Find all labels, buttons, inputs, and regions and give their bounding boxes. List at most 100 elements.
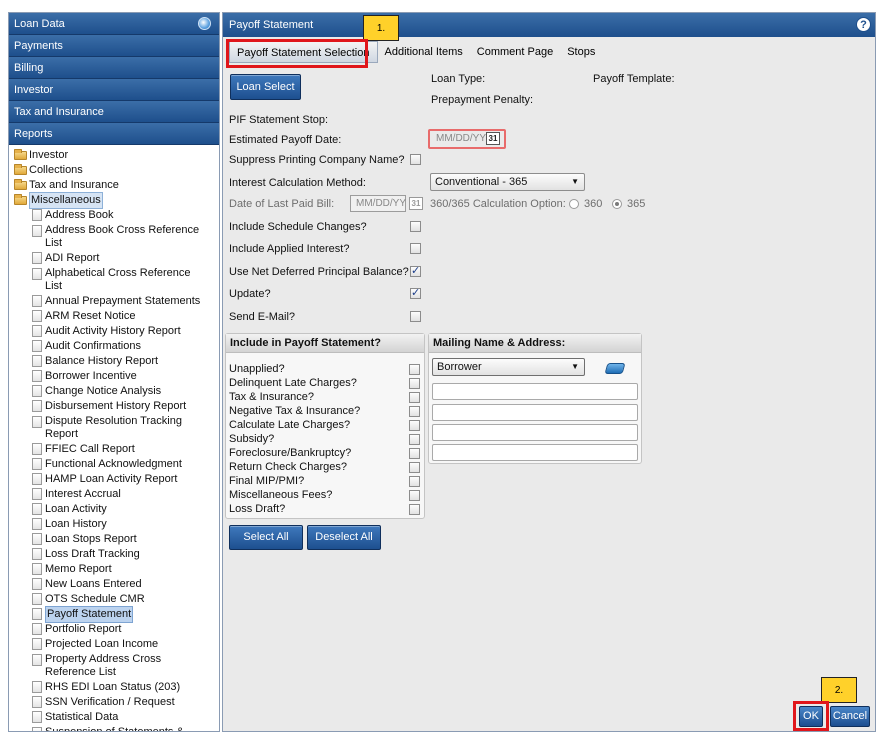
address-book-icon[interactable]: [604, 363, 626, 374]
address-line-1-input[interactable]: [432, 383, 638, 400]
update-checkbox[interactable]: [410, 286, 421, 299]
include-item-checkbox[interactable]: [409, 378, 420, 389]
include-item-checkbox[interactable]: [409, 392, 420, 403]
tree-folder-miscellaneous[interactable]: Miscellaneous: [14, 192, 219, 209]
document-icon: [32, 370, 42, 382]
nav-bar-loan-data[interactable]: Loan Data: [9, 13, 219, 35]
nav-bar-payments[interactable]: Payments: [9, 35, 219, 57]
report-item[interactable]: Audit Confirmations: [14, 339, 219, 354]
document-icon: [32, 225, 42, 237]
report-item[interactable]: Dispute Resolution Tracking Report: [14, 414, 219, 442]
radio-365-label: 365: [627, 198, 646, 210]
report-item[interactable]: Statistical Data: [14, 710, 219, 725]
report-item[interactable]: Borrower Incentive: [14, 369, 219, 384]
report-item[interactable]: FFIEC Call Report: [14, 442, 219, 457]
search-icon[interactable]: [198, 17, 211, 30]
include-item-checkbox[interactable]: [409, 364, 420, 375]
report-item[interactable]: Loan Stops Report: [14, 532, 219, 547]
report-item-label: Alphabetical Cross Reference List: [45, 267, 191, 292]
document-icon: [32, 400, 42, 412]
estimated-payoff-date-input[interactable]: MM/DD/YY: [431, 131, 486, 148]
include-item-checkbox[interactable]: [409, 504, 420, 515]
calendar-icon[interactable]: 31: [486, 132, 500, 145]
include-item-checkbox[interactable]: [409, 448, 420, 459]
deselect-all-button[interactable]: Deselect All: [307, 525, 381, 550]
document-icon: [32, 416, 42, 428]
nav-bar-tax-insurance[interactable]: Tax and Insurance: [9, 101, 219, 123]
include-item-checkbox[interactable]: [409, 420, 420, 431]
include-item-checkbox[interactable]: [409, 462, 420, 473]
report-item[interactable]: RHS EDI Loan Status (203): [14, 680, 219, 695]
include-item-checkbox[interactable]: [409, 476, 420, 487]
tree-folder-tax-insurance[interactable]: Tax and Insurance: [14, 178, 219, 193]
report-item[interactable]: Projected Loan Income: [14, 637, 219, 652]
cancel-button[interactable]: Cancel: [830, 706, 870, 727]
document-icon: [32, 310, 42, 322]
panel-header: Payoff Statement ?: [223, 13, 875, 37]
report-item[interactable]: Functional Acknowledgment: [14, 457, 219, 472]
use-net-deferred-checkbox[interactable]: [410, 264, 421, 277]
suppress-company-name-checkbox[interactable]: [410, 154, 421, 165]
include-schedule-changes-checkbox[interactable]: [410, 221, 421, 232]
report-item[interactable]: Address Book Cross Reference List: [14, 223, 219, 251]
report-item[interactable]: Alphabetical Cross Reference List: [14, 266, 219, 294]
include-item-label: Delinquent Late Charges?: [229, 377, 357, 389]
tree-folder-collections[interactable]: Collections: [14, 163, 219, 178]
report-item[interactable]: Loss Draft Tracking: [14, 547, 219, 562]
address-line-2-input[interactable]: [432, 404, 638, 421]
report-item[interactable]: Portfolio Report: [14, 622, 219, 637]
radio-360[interactable]: [569, 199, 579, 209]
include-item-row: Loss Draft?: [226, 503, 424, 517]
nav-bar-billing[interactable]: Billing: [9, 57, 219, 79]
report-item[interactable]: ARM Reset Notice: [14, 309, 219, 324]
report-item[interactable]: New Loans Entered: [14, 577, 219, 592]
report-item[interactable]: Disbursement History Report: [14, 399, 219, 414]
report-item[interactable]: Balance History Report: [14, 354, 219, 369]
report-item[interactable]: Suspension of Statements & Notice of Cha…: [14, 725, 219, 731]
report-item[interactable]: Address Book: [14, 208, 219, 223]
include-item-row: Final MIP/PMI?: [226, 475, 424, 489]
report-item[interactable]: Annual Prepayment Statements: [14, 294, 219, 309]
report-item[interactable]: Audit Activity History Report: [14, 324, 219, 339]
tab-comment-page[interactable]: Comment Page: [470, 41, 560, 63]
include-item-checkbox[interactable]: [409, 434, 420, 445]
report-item[interactable]: Property Address Cross Reference List: [14, 652, 219, 680]
report-item[interactable]: Change Notice Analysis: [14, 384, 219, 399]
report-item[interactable]: ADI Report: [14, 251, 219, 266]
report-item[interactable]: HAMP Loan Activity Report: [14, 472, 219, 487]
mailing-name-select[interactable]: Borrower ▼: [432, 358, 585, 376]
update-label: Update?: [229, 288, 271, 300]
nav-bar-reports[interactable]: Reports: [9, 123, 219, 145]
report-item[interactable]: Interest Accrual: [14, 487, 219, 502]
tree-folder-investor[interactable]: Investor: [14, 148, 219, 163]
select-all-button[interactable]: Select All: [229, 525, 303, 550]
report-item-label: Annual Prepayment Statements: [45, 295, 201, 307]
report-item[interactable]: Loan History: [14, 517, 219, 532]
help-icon[interactable]: ?: [856, 17, 871, 32]
include-item-label: Subsidy?: [229, 433, 275, 445]
address-line-4-input[interactable]: [432, 444, 638, 461]
tab-additional-items[interactable]: Additional Items: [378, 41, 470, 63]
include-item-checkbox[interactable]: [409, 490, 420, 501]
nav-bar-investor[interactable]: Investor: [9, 79, 219, 101]
report-item[interactable]: OTS Schedule CMR: [14, 592, 219, 607]
report-item[interactable]: Loan Activity: [14, 502, 219, 517]
send-email-checkbox[interactable]: [410, 311, 421, 322]
report-item[interactable]: Payoff Statement: [14, 606, 219, 623]
include-item-label: Calculate Late Charges?: [229, 419, 351, 431]
report-item[interactable]: SSN Verification / Request: [14, 695, 219, 710]
include-applied-interest-checkbox[interactable]: [410, 243, 421, 254]
loan-select-button[interactable]: Loan Select: [230, 74, 301, 100]
folder-open-icon: [14, 194, 27, 205]
include-item-label: Unapplied?: [229, 363, 285, 375]
include-item-checkbox[interactable]: [409, 406, 420, 417]
report-item-label: Statistical Data: [45, 711, 119, 723]
radio-365[interactable]: [612, 199, 622, 209]
report-item[interactable]: Memo Report: [14, 562, 219, 577]
include-item-label: Return Check Charges?: [229, 461, 348, 473]
ok-button[interactable]: OK: [799, 706, 823, 727]
address-line-3-input[interactable]: [432, 424, 638, 441]
interest-calculation-method-select[interactable]: Conventional - 365 ▼: [430, 173, 585, 191]
tab-stops[interactable]: Stops: [560, 41, 602, 63]
report-item-label: Property Address Cross Reference List: [45, 653, 162, 678]
